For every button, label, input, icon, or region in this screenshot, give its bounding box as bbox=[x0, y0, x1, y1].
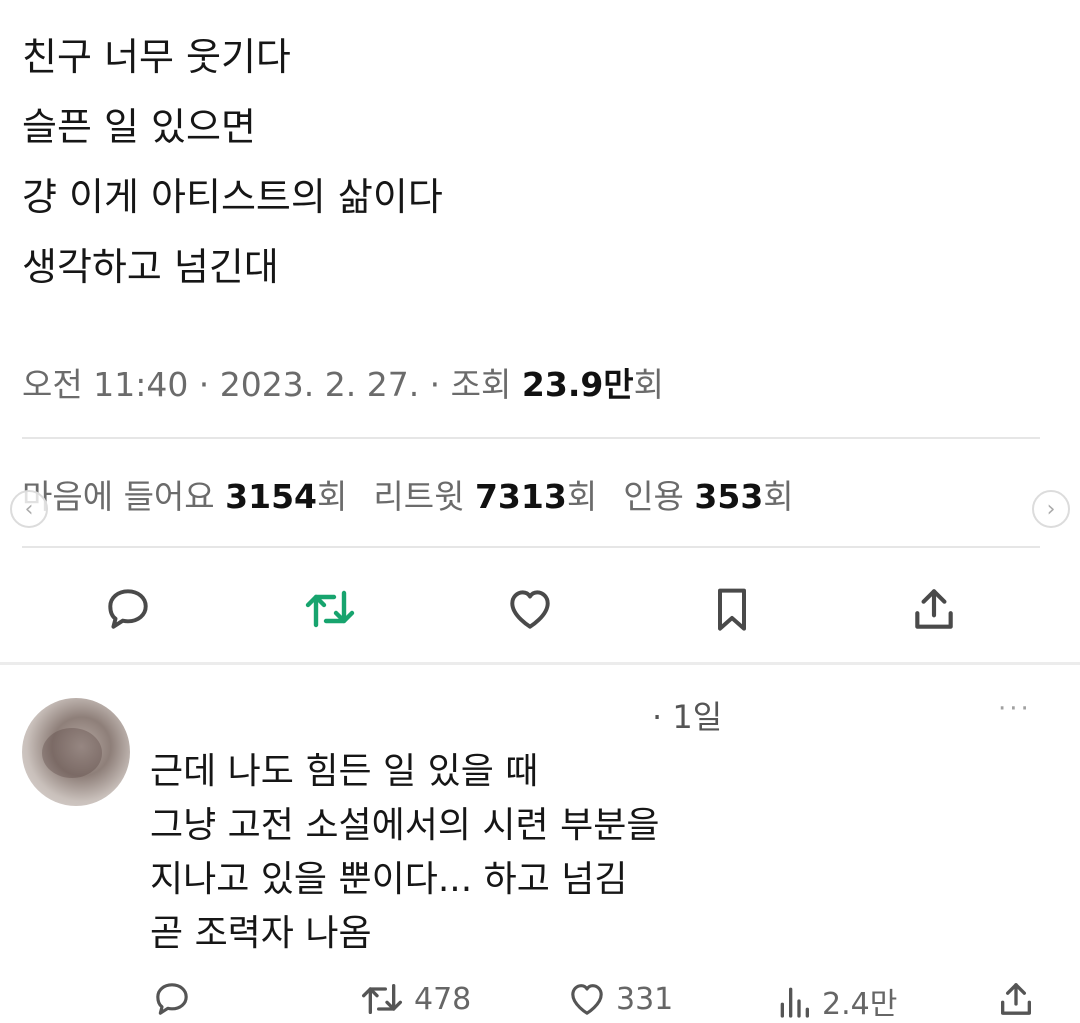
share-icon bbox=[1001, 983, 1031, 1015]
quotes-stat[interactable]: 인용 353회 bbox=[623, 477, 793, 516]
avatar[interactable] bbox=[22, 698, 130, 806]
reply-line: 근데 나도 힘든 일 있을 때 bbox=[150, 751, 539, 792]
reply-timestamp: · 1일 bbox=[652, 698, 723, 736]
likes-suffix: 회 bbox=[317, 477, 348, 516]
tweet-body: 친구 너무 웃기다 슬픈 일 있으면 걍 이게 아티스트의 삶이다 생각하고 넘… bbox=[22, 22, 443, 302]
share-button[interactable] bbox=[904, 578, 964, 640]
carousel-prev-button[interactable]: ‹ bbox=[10, 490, 48, 528]
retweet-button[interactable] bbox=[300, 578, 360, 640]
heart-icon bbox=[510, 590, 550, 629]
retweets-stat[interactable]: 리트윗 7313회 bbox=[373, 477, 597, 516]
heart-icon bbox=[571, 984, 603, 1015]
likes-label: 마음에 들어요 bbox=[22, 477, 226, 516]
divider bbox=[22, 437, 1040, 439]
tweet-line: 친구 너무 웃기다 bbox=[22, 35, 291, 79]
reply-share-button[interactable] bbox=[996, 979, 1044, 1019]
reply-line: 지나고 있을 뿐이다... 하고 넘김 bbox=[150, 859, 628, 900]
chevron-left-icon: ‹ bbox=[24, 496, 34, 522]
tweet-line: 슬픈 일 있으면 bbox=[22, 105, 256, 149]
like-count: 331 bbox=[616, 981, 674, 1017]
tweet-timestamp: 오전 11:40 · 2023. 2. 27. · 조회 bbox=[22, 365, 522, 404]
view-count[interactable]: 23.9만 bbox=[522, 365, 634, 404]
share-icon bbox=[915, 589, 953, 629]
tweet-stats: 마음에 들어요 3154회 리트윗 7313회 인용 353회 bbox=[22, 470, 794, 518]
reply-like-button[interactable]: 331 bbox=[566, 979, 673, 1019]
bookmark-button[interactable] bbox=[702, 578, 762, 640]
reply-icon bbox=[108, 589, 148, 629]
more-options-icon[interactable]: ··· bbox=[998, 694, 1032, 724]
view-count-suffix: 회 bbox=[633, 365, 665, 404]
retweets-suffix: 회 bbox=[566, 477, 598, 516]
bookmark-icon bbox=[718, 588, 746, 631]
reply-body: 근데 나도 힘든 일 있을 때 그냥 고전 소설에서의 시련 부분을 지나고 있… bbox=[150, 745, 659, 961]
reply-button[interactable] bbox=[98, 578, 158, 640]
quotes-count: 353 bbox=[694, 477, 764, 516]
divider bbox=[22, 546, 1040, 548]
retweet-count: 478 bbox=[414, 981, 472, 1017]
retweets-label: 리트윗 bbox=[373, 477, 475, 516]
likes-stat[interactable]: 마음에 들어요 3154회 bbox=[22, 477, 347, 516]
tweet-action-bar bbox=[0, 578, 1080, 640]
section-divider bbox=[0, 662, 1080, 665]
quotes-label: 인용 bbox=[623, 477, 695, 516]
reply-retweet-button[interactable]: 478 bbox=[358, 979, 471, 1019]
retweets-count: 7313 bbox=[474, 477, 567, 516]
retweet-icon bbox=[305, 590, 355, 628]
analytics-icon bbox=[780, 987, 809, 1018]
likes-count: 3154 bbox=[225, 477, 317, 516]
tweet-line: 생각하고 넘긴대 bbox=[22, 245, 279, 289]
reply-line: 곧 조력자 나옴 bbox=[150, 913, 372, 954]
reply-line: 그냥 고전 소설에서의 시련 부분을 bbox=[150, 805, 660, 846]
reply-views-button[interactable]: 2.4만 bbox=[774, 979, 897, 1023]
quotes-suffix: 회 bbox=[763, 477, 794, 516]
carousel-next-button[interactable]: › bbox=[1032, 490, 1070, 528]
like-button[interactable] bbox=[500, 578, 560, 640]
reply-action-bar: 478 331 2.4만 bbox=[0, 975, 1080, 1022]
reply-icon bbox=[156, 983, 188, 1015]
views-count: 2.4만 bbox=[822, 987, 898, 1022]
retweet-icon bbox=[362, 984, 403, 1014]
reply-reply-button[interactable] bbox=[152, 979, 200, 1019]
tweet-meta: 오전 11:40 · 2023. 2. 27. · 조회 23.9만회 bbox=[22, 358, 664, 406]
chevron-right-icon: › bbox=[1046, 496, 1056, 522]
tweet-line: 걍 이게 아티스트의 삶이다 bbox=[22, 175, 443, 219]
